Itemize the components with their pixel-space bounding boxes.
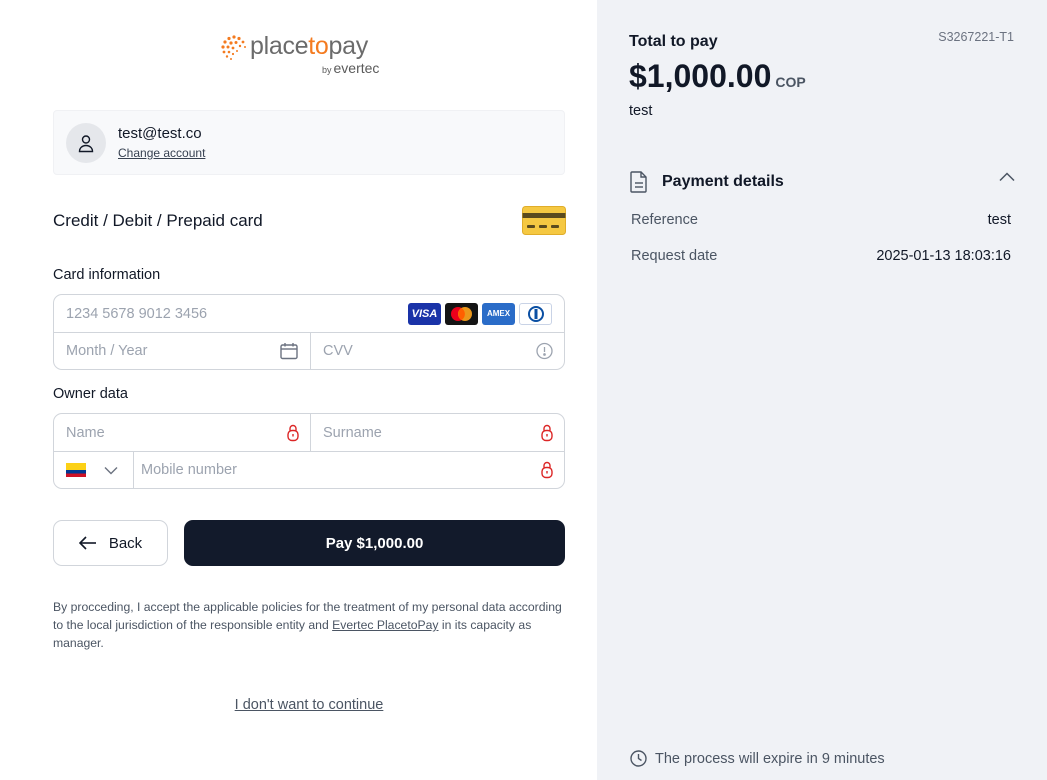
cvv-field[interactable]: CVV [310, 333, 564, 369]
logo-dots-icon [221, 35, 246, 60]
account-email: test@test.co [118, 125, 202, 142]
detail-value: 2025-01-13 18:03:16 [876, 248, 1011, 264]
total-amount: $1,000.00 COP [629, 58, 806, 95]
card-number-placeholder: 1234 5678 9012 3456 [66, 305, 208, 322]
calendar-icon [280, 343, 298, 360]
detail-key: Request date [631, 248, 718, 264]
amount-value: $1,000.00 [629, 58, 772, 94]
terms-text: By procceding, I accept the applicable p… [53, 598, 565, 652]
payment-method-title: Credit / Debit / Prepaid card [53, 211, 263, 230]
cancel-container: I don't want to continue [0, 697, 618, 713]
expiry-field[interactable]: Month / Year [54, 333, 310, 369]
owner-name-row: Name Surname [54, 414, 564, 451]
mastercard-icon [445, 302, 478, 325]
request-code: S3267221-T1 [938, 30, 1014, 44]
currency-code: COP [775, 74, 806, 90]
mobile-number-field[interactable]: Mobile number [133, 452, 564, 488]
total-label: Total to pay [629, 33, 718, 50]
required-lock-icon [541, 424, 553, 441]
change-account-link[interactable]: Change account [118, 146, 205, 160]
mobile-row: Mobile number [54, 451, 564, 488]
owner-data-label: Owner data [53, 386, 128, 402]
amex-icon: AMEX [482, 302, 515, 325]
country-code-select[interactable] [54, 452, 133, 488]
cvv-placeholder: CVV [323, 343, 353, 359]
detail-row-reference: Reference test [631, 212, 1011, 228]
credit-card-icon [522, 206, 566, 235]
payment-details-title: Payment details [662, 173, 784, 190]
card-information-group: 1234 5678 9012 3456 VISA AMEX Month / Ye… [53, 294, 565, 370]
pay-button[interactable]: Pay $1,000.00 [184, 520, 565, 566]
surname-field[interactable]: Surname [310, 414, 564, 451]
owner-data-group: Name Surname Mobile number [53, 413, 565, 489]
clock-icon [630, 750, 647, 767]
visa-icon: VISA [408, 302, 441, 325]
expiry-placeholder: Month / Year [66, 343, 148, 359]
card-brands: VISA AMEX [404, 302, 552, 325]
payment-details-toggle[interactable]: Payment details [630, 168, 1015, 196]
detail-value: test [987, 212, 1011, 228]
chevron-up-icon[interactable] [999, 172, 1015, 182]
colombia-flag-icon [66, 463, 86, 477]
logo-byline: by evertec [322, 60, 380, 76]
name-field[interactable]: Name [54, 414, 310, 451]
surname-placeholder: Surname [323, 424, 382, 441]
required-lock-icon [541, 461, 553, 479]
chevron-down-icon [104, 466, 118, 474]
card-number-row: 1234 5678 9012 3456 VISA AMEX [54, 295, 564, 332]
checkout-form-panel: placetopay by evertec test@test.co Change… [0, 0, 597, 780]
evertec-placetopay-link[interactable]: Evertec PlacetoPay [332, 618, 438, 632]
back-button[interactable]: Back [53, 520, 168, 566]
arrow-left-icon [78, 536, 96, 550]
card-expiry-cvv-row: Month / Year CVV [54, 332, 564, 369]
expiry-text: The process will expire in 9 minutes [655, 750, 885, 767]
diners-club-icon [519, 302, 552, 325]
placetopay-logo: placetopay by evertec [220, 32, 400, 78]
user-icon [66, 123, 106, 163]
name-placeholder: Name [66, 424, 105, 441]
card-number-field[interactable]: 1234 5678 9012 3456 VISA AMEX [54, 295, 564, 332]
card-information-label: Card information [53, 267, 161, 283]
payment-description: test [629, 103, 653, 119]
required-lock-icon [287, 424, 299, 441]
document-icon [630, 171, 647, 193]
back-button-label: Back [108, 534, 143, 552]
payment-summary-panel: Total to pay S3267221-T1 $1,000.00 COP te… [597, 0, 1047, 780]
mobile-placeholder: Mobile number [141, 462, 237, 478]
cancel-link[interactable]: I don't want to continue [235, 697, 384, 713]
account-card: test@test.co Change account [53, 110, 565, 175]
detail-key: Reference [631, 212, 698, 228]
info-icon[interactable] [536, 342, 553, 360]
detail-row-request-date: Request date 2025-01-13 18:03:16 [631, 248, 1011, 264]
logo-wordmark: placetopay [250, 32, 368, 60]
expiry-notice: The process will expire in 9 minutes [630, 750, 885, 767]
